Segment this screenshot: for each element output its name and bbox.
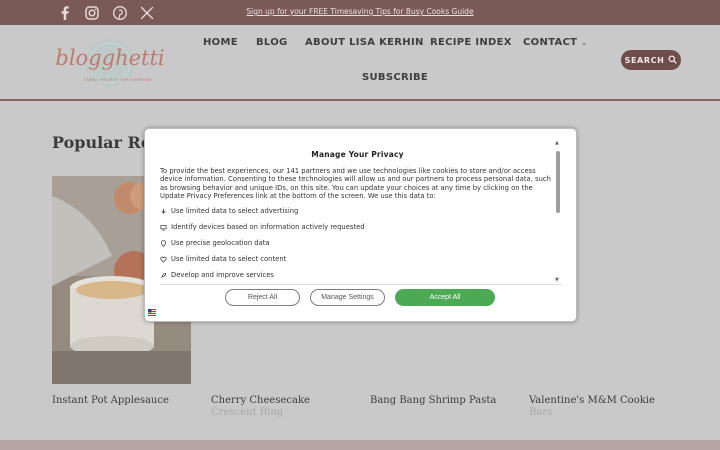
promo-signup-link[interactable]: Sign up for your FREE Timesaving Tips fo… — [0, 7, 720, 16]
purpose-item: Develop and improve services — [160, 271, 274, 279]
purpose-label: Use precise geolocation data — [171, 239, 270, 247]
scroll-down-icon[interactable]: ▼ — [555, 277, 559, 283]
scroll-up-icon[interactable]: ▲ — [555, 140, 559, 146]
purpose-label: Identify devices based on information ac… — [171, 223, 365, 231]
search-label: SEARCH — [624, 55, 665, 65]
nav-subscribe[interactable]: SUBSCRIBE — [362, 72, 428, 83]
purpose-label: Use limited data to select advertising — [171, 207, 299, 215]
card-title-cookie-bars[interactable]: Valentine's M&M Cookie — [529, 395, 655, 406]
purpose-item: Identify devices based on information ac… — [160, 223, 365, 231]
svg-text:blogghetti: blogghetti — [55, 46, 164, 70]
chevron-down-icon: ⌄ — [581, 39, 588, 47]
device-icon — [160, 224, 167, 231]
scroll-thumb[interactable] — [556, 151, 560, 213]
heart-icon — [160, 256, 167, 263]
privacy-modal-body: To provide the best experiences, our 141… — [160, 167, 551, 200]
privacy-modal: Manage Your Privacy To provide the best … — [144, 128, 577, 322]
nav-home[interactable]: HOME — [203, 37, 238, 48]
ad-icon — [160, 208, 167, 215]
purpose-label: Use limited data to select content — [171, 255, 287, 263]
rocket-icon — [160, 272, 167, 279]
purpose-item: Use precise geolocation data — [160, 239, 270, 247]
reject-all-button[interactable]: Reject All — [225, 289, 300, 306]
nav-contact[interactable]: CONTACT ⌄ — [523, 37, 587, 48]
manage-settings-button[interactable]: Manage Settings — [310, 289, 385, 306]
nav-blog[interactable]: BLOG — [256, 37, 288, 48]
site-header: blogghetti FAMILY RECIPES FOR EVERYONE H… — [0, 25, 720, 101]
accept-all-button[interactable]: Accept All — [395, 289, 495, 306]
card-subtitle-cookie-bars[interactable]: Bars — [529, 407, 552, 418]
card-title-shrimp-pasta[interactable]: Bang Bang Shrimp Pasta — [370, 395, 496, 406]
card-title-applesauce[interactable]: Instant Pot Applesauce — [52, 395, 169, 406]
privacy-scrollbar[interactable]: ▲ ▼ — [555, 140, 560, 283]
card-title-cheesecake[interactable]: Cherry Cheesecake — [211, 395, 310, 406]
purpose-item: Use limited data to select content — [160, 255, 286, 263]
search-icon — [668, 54, 678, 66]
site-logo[interactable]: blogghetti FAMILY RECIPES FOR EVERYONE — [50, 31, 170, 91]
svg-text:FAMILY RECIPES FOR EVERYONE: FAMILY RECIPES FOR EVERYONE — [84, 78, 152, 82]
card-subtitle-cheesecake[interactable]: Crescent Ring — [211, 407, 283, 418]
nav-recipe-index[interactable]: RECIPE INDEX — [430, 37, 512, 48]
location-icon — [160, 239, 167, 247]
modal-divider — [160, 284, 562, 285]
nav-contact-label: CONTACT — [523, 37, 578, 48]
footer-strip — [0, 440, 720, 450]
promo-bar: Sign up for your FREE Timesaving Tips fo… — [0, 0, 720, 25]
search-button[interactable]: SEARCH — [621, 50, 681, 70]
language-flag-icon[interactable] — [148, 309, 156, 316]
privacy-modal-title: Manage Your Privacy — [311, 150, 404, 159]
purpose-item: Use limited data to select advertising — [160, 207, 298, 215]
nav-about[interactable]: ABOUT LISA KERHIN — [305, 37, 424, 48]
purpose-label: Develop and improve services — [171, 271, 274, 279]
